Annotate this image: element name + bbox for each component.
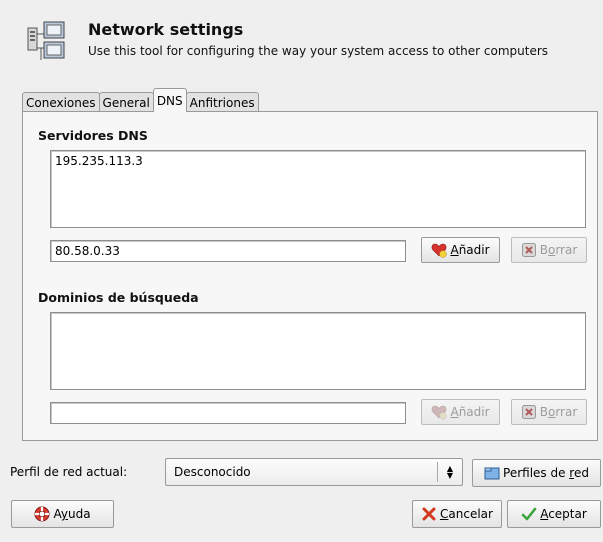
search-domains-title: Dominios de búsqueda [38, 290, 199, 305]
add-dns-button[interactable]: Añadir [421, 237, 500, 263]
profile-select[interactable]: Desconocido ▲ ▼ [165, 458, 463, 486]
network-settings-icon [22, 20, 74, 66]
page-subtitle: Use this tool for configuring the way yo… [88, 44, 549, 58]
heart-add-icon [431, 404, 448, 420]
tab-general[interactable]: General [98, 92, 154, 112]
tab-bar: Conexiones General DNS Anfitriones [22, 88, 259, 112]
heart-add-icon [431, 242, 448, 258]
profile-label: Perfil de red actual: [10, 465, 128, 479]
tab-conexiones[interactable]: Conexiones [22, 92, 100, 112]
delete-dns-button[interactable]: Borrar [511, 237, 587, 263]
dns-servers-title: Servidores DNS [38, 128, 148, 143]
cancel-button[interactable]: Cancelar [412, 500, 502, 528]
list-item[interactable]: 195.235.113.3 [51, 151, 585, 171]
add-domain-button[interactable]: Añadir [421, 399, 500, 425]
lifebuoy-icon [34, 506, 50, 522]
delete-x-icon [521, 404, 537, 420]
delete-domain-button[interactable]: Borrar [511, 399, 587, 425]
updown-arrow-icon: ▲ ▼ [446, 464, 454, 480]
checkmark-icon [521, 506, 537, 522]
accept-button[interactable]: Aceptar [507, 500, 601, 528]
profiles-folder-icon [484, 465, 500, 481]
delete-x-icon [521, 242, 537, 258]
search-domains-list[interactable] [50, 312, 586, 390]
search-domain-input[interactable] [50, 402, 406, 424]
page-title: Network settings [88, 20, 244, 39]
help-button[interactable]: Ayuda [11, 500, 114, 528]
dns-server-input[interactable] [50, 240, 406, 262]
network-profiles-button[interactable]: Perfiles de red [472, 459, 601, 487]
dns-servers-list[interactable]: 195.235.113.3 [50, 150, 586, 228]
tab-dns[interactable]: DNS [152, 88, 187, 112]
tab-anfitriones[interactable]: Anfitriones [185, 92, 259, 112]
cancel-x-icon [421, 506, 437, 522]
